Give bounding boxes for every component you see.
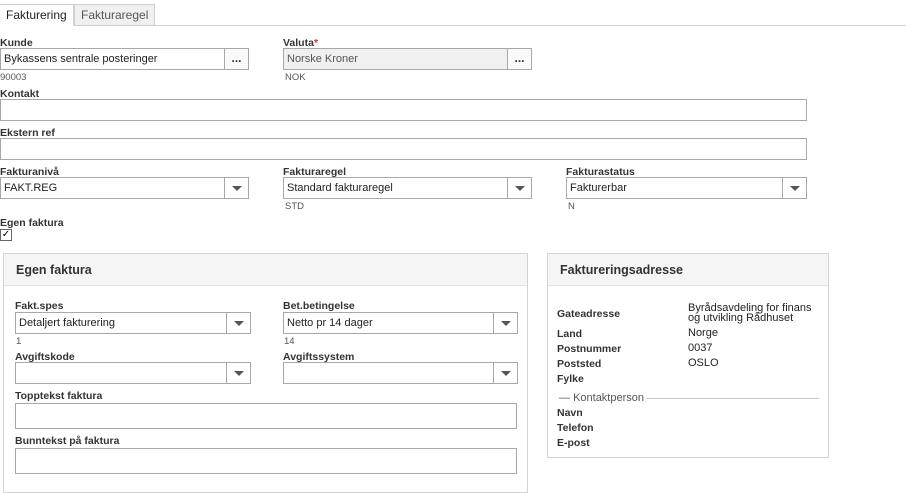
fakt-spes-code: 1 xyxy=(16,336,22,347)
navn-label: Navn xyxy=(557,407,583,419)
fakt-spes-dropdown-icon[interactable] xyxy=(226,313,250,333)
avgiftskode-dropdown-icon[interactable] xyxy=(226,363,250,383)
fakturaregel-code: STD xyxy=(285,201,304,212)
egen-faktura-panel: Egen faktura Fakt.spes Detaljert fakture… xyxy=(3,253,528,493)
gateadresse-line2: og utvikling Rådhuset xyxy=(688,312,794,324)
fylke-label: Fylke xyxy=(557,373,584,385)
fakt-spes-value: Detaljert fakturering xyxy=(19,317,115,329)
bet-betingelse-label: Bet.betingelse xyxy=(283,300,355,312)
land-value: Norge xyxy=(688,327,718,339)
bunntekst-input[interactable] xyxy=(15,448,517,474)
bet-betingelse-code: 14 xyxy=(284,336,295,347)
kontaktperson-legend-text: Kontaktperson xyxy=(573,392,644,404)
valuta-value: Norske Kroner xyxy=(287,53,358,65)
avgiftssystem-select[interactable] xyxy=(283,362,518,384)
fakturaniva-dropdown-icon[interactable] xyxy=(224,178,248,198)
egen-faktura-checkbox[interactable]: ✓ xyxy=(0,229,12,241)
gateadresse-value: Byrådsavdeling for finans og utvikling R… xyxy=(688,303,812,324)
tab-fakturering[interactable]: Fakturering xyxy=(0,4,74,26)
poststed-label: Poststed xyxy=(557,358,602,370)
faktureringsadresse-panel-header: Faktureringsadresse xyxy=(548,254,828,286)
kontakt-input[interactable] xyxy=(0,99,807,121)
fakturaregel-dropdown-icon[interactable] xyxy=(507,178,531,198)
fakturastatus-code: N xyxy=(568,201,575,212)
valuta-field[interactable]: Norske Kroner ... xyxy=(283,48,532,70)
fakturaniva-select[interactable]: FAKT.REG xyxy=(0,177,249,199)
avgiftskode-select[interactable] xyxy=(15,362,251,384)
fakturaregel-value: Standard fakturaregel xyxy=(287,182,393,194)
poststed-value: OSLO xyxy=(688,357,719,369)
fakturastatus-value: Fakturerbar xyxy=(570,182,627,194)
kunde-code: 90003 xyxy=(0,72,27,83)
bet-betingelse-value: Netto pr 14 dager xyxy=(287,317,373,329)
faktureringsadresse-panel-title: Faktureringsadresse xyxy=(560,263,683,277)
faktureringsadresse-panel: Faktureringsadresse Gateadresse Byrådsav… xyxy=(547,253,829,458)
kontaktperson-legend: — Kontaktperson xyxy=(557,392,646,404)
fakturaregel-select[interactable]: Standard fakturaregel xyxy=(283,177,532,199)
fakt-spes-label: Fakt.spes xyxy=(15,300,64,312)
fakt-spes-select[interactable]: Detaljert fakturering xyxy=(15,312,251,334)
avgiftssystem-dropdown-icon[interactable] xyxy=(493,363,517,383)
fakturastatus-select[interactable]: Fakturerbar xyxy=(566,177,807,199)
bunntekst-label: Bunntekst på faktura xyxy=(15,435,120,447)
postnummer-value: 0037 xyxy=(688,342,713,354)
bet-betingelse-dropdown-icon[interactable] xyxy=(493,313,517,333)
topptekst-label: Topptekst faktura xyxy=(15,390,103,402)
tab-fakturaregel[interactable]: Fakturaregel xyxy=(74,4,156,26)
topptekst-input[interactable] xyxy=(15,403,517,429)
ekstern-ref-input[interactable] xyxy=(0,138,807,160)
kunde-field[interactable]: Bykassens sentrale posteringer ... xyxy=(0,48,249,70)
kunde-value: Bykassens sentrale posteringer xyxy=(4,53,158,65)
egen-faktura-label: Egen faktura xyxy=(0,217,64,229)
fakturaniva-value: FAKT.REG xyxy=(4,182,58,194)
telefon-label: Telefon xyxy=(557,422,594,434)
bet-betingelse-select[interactable]: Netto pr 14 dager xyxy=(283,312,518,334)
tab-divider xyxy=(0,25,906,26)
valuta-code: NOK xyxy=(285,72,306,83)
kunde-lookup-button[interactable]: ... xyxy=(224,48,249,70)
kontaktperson-legend-dash: — xyxy=(559,392,570,404)
egen-faktura-panel-header: Egen faktura xyxy=(4,254,527,286)
postnummer-label: Postnummer xyxy=(557,343,622,355)
land-label: Land xyxy=(557,328,583,340)
egen-faktura-panel-title: Egen faktura xyxy=(16,263,92,277)
gateadresse-label: Gateadresse xyxy=(557,308,621,320)
epost-label: E-post xyxy=(557,437,590,449)
valuta-lookup-button[interactable]: ... xyxy=(507,48,532,70)
fakturastatus-dropdown-icon[interactable] xyxy=(782,178,806,198)
